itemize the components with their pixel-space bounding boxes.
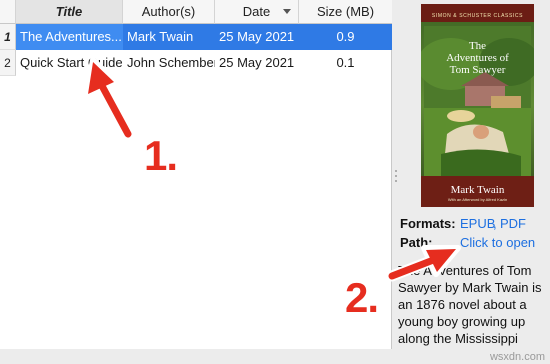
book-list-table[interactable]: Title Author(s) Date Size (MB) 1 The Adv… — [0, 0, 392, 349]
column-header-title-label: Title — [55, 4, 83, 19]
book-cover-image[interactable]: Simon & Schuster Classics The Adventures… — [421, 4, 534, 207]
book-description: The Adventures of Tom Sawyer by Mark Twa… — [398, 263, 542, 346]
cell-date[interactable]: 25 May 2021 — [215, 24, 299, 50]
cell-title[interactable]: Quick Start Guide — [16, 50, 123, 76]
path-label: Path: — [400, 235, 433, 250]
column-header-size-label: Size (MB) — [316, 4, 375, 19]
annotation-step-2: 2. — [345, 274, 379, 321]
cover-title: The Adventures of Tom Sawyer — [421, 40, 534, 76]
column-header-date-label: Date — [242, 4, 271, 19]
formats-separator: , — [493, 216, 497, 231]
column-header-title[interactable]: Title — [16, 0, 123, 24]
app-window: Title Author(s) Date Size (MB) 1 The Adv… — [0, 0, 550, 364]
cover-series: Simon & Schuster Classics — [431, 13, 524, 19]
format-pdf-link[interactable]: PDF — [500, 216, 526, 231]
row-number[interactable]: 1 — [0, 24, 16, 50]
grip-dot — [395, 180, 397, 182]
annotation-step-1: 1. — [144, 132, 178, 179]
column-header-date[interactable]: Date — [215, 0, 299, 24]
grip-dot — [395, 175, 397, 177]
watermark: wsxdn.com — [489, 351, 545, 363]
cell-date[interactable]: 25 May 2021 — [215, 50, 299, 76]
path-open-link[interactable]: Click to open — [460, 235, 535, 250]
cover-illustration — [421, 4, 534, 207]
formats-label: Formats: — [400, 216, 456, 231]
cell-title[interactable]: The Adventures... — [16, 24, 123, 50]
cover-author: Mark Twain — [450, 184, 505, 196]
cover-title-line: Adventures of — [446, 52, 509, 64]
sort-descending-icon — [283, 9, 291, 14]
column-header-author-label: Author(s) — [141, 4, 196, 19]
column-header-author[interactable]: Author(s) — [123, 0, 215, 24]
cell-author[interactable]: Mark Twain — [123, 24, 215, 50]
column-header-size[interactable]: Size (MB) — [299, 0, 392, 24]
cell-size[interactable]: 0.9 — [299, 24, 392, 50]
cover-title-line: The — [468, 40, 487, 52]
grip-dot — [395, 170, 397, 172]
cover-title-line: Tom Sawyer — [449, 64, 506, 76]
table-row[interactable]: Quick Start Guide John Schember 25 May 2… — [16, 50, 392, 76]
cell-author[interactable]: John Schember — [123, 50, 215, 76]
row-number[interactable]: 2 — [0, 50, 16, 76]
cover-note: With an Afterword by Alfred Kazin — [447, 197, 508, 202]
cell-size[interactable]: 0.1 — [299, 50, 392, 76]
table-row-selected[interactable]: The Adventures... Mark Twain 25 May 2021… — [16, 24, 392, 50]
header-corner — [0, 0, 16, 24]
format-epub-link[interactable]: EPUB — [460, 216, 495, 231]
